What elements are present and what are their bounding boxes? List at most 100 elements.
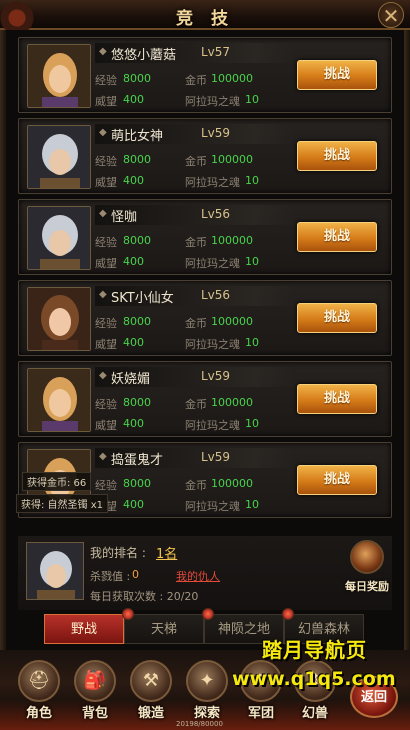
opponent-card: ◆ 萌比女神 Lv59 经验 8000 金币 100000 威望 400 阿拉玛… (18, 118, 392, 194)
exp-value: 8000 (123, 396, 151, 409)
gold-value: 100000 (211, 153, 253, 166)
gold-value: 100000 (211, 234, 253, 247)
challenge-button[interactable]: 挑战 (297, 141, 377, 171)
diamond-icon: ◆ (99, 451, 107, 462)
anvil-icon: ⚒ (130, 660, 172, 702)
avatar (27, 287, 91, 351)
rank-label: 我的排名 : (90, 546, 146, 560)
exp-label: 经验 (95, 317, 117, 330)
tab-field-battle[interactable]: 野战 (44, 614, 124, 644)
exp-label: 经验 (95, 74, 117, 87)
gem-icon (282, 608, 294, 620)
exp-label: 经验 (95, 398, 117, 411)
avatar (27, 368, 91, 432)
reward-log-entry: 获得: 自然圣镯 x1 (16, 494, 109, 513)
opponent-name: 萌比女神 (111, 129, 164, 144)
exp-value: 8000 (123, 234, 151, 247)
opponent-name: 妖娆媚 (111, 372, 151, 387)
left-frame (0, 30, 6, 730)
soul-label: 阿拉玛之魂 (185, 257, 240, 270)
gold-label: 金币 (185, 236, 207, 249)
tab-ladder[interactable]: 天梯 (124, 614, 204, 644)
exp-value: 8000 (123, 315, 151, 328)
gold-value: 100000 (211, 315, 253, 328)
diamond-icon: ◆ (99, 46, 107, 57)
daily-reward-button[interactable]: 每日奖励 (342, 540, 392, 600)
daily-attempts: 每日获取次数 : 20/20 (90, 590, 199, 603)
my-avatar (26, 542, 84, 600)
name-bar: ◆ 妖娆媚 Lv59 (95, 367, 295, 387)
prestige-label: 威望 (95, 338, 117, 351)
soul-label: 阿拉玛之魂 (185, 95, 240, 108)
opponent-level: Lv56 (201, 288, 231, 302)
gem-icon (122, 608, 134, 620)
name-bar: ◆ 捣蛋鬼才 Lv59 (95, 448, 295, 468)
soul-label: 阿拉玛之魂 (185, 338, 240, 351)
opponent-card: ◆ 悠悠小蘑菇 Lv57 经验 8000 金币 100000 威望 400 阿拉… (18, 37, 392, 113)
opponent-name: 悠悠小蘑菇 (111, 48, 177, 63)
opponent-level: Lv59 (201, 450, 231, 464)
challenge-button[interactable]: 挑战 (297, 303, 377, 333)
prestige-label: 威望 (95, 257, 117, 270)
gold-label: 金币 (185, 398, 207, 411)
gold-value: 100000 (211, 477, 253, 490)
reward-orb-icon (350, 540, 384, 574)
opponent-card: ◆ 妖娆媚 Lv59 经验 8000 金币 100000 威望 400 阿拉玛之… (18, 361, 392, 437)
my-enemies-link[interactable]: 我的仇人 (176, 568, 220, 584)
kill-value: 0 (132, 568, 139, 581)
opponent-name: SKT小仙女 (111, 291, 174, 306)
reward-log-entry: 获得金币: 66 (22, 472, 92, 491)
exp-bar-text: 20198/80000 (176, 720, 223, 728)
crossed-swords-icon: ✕ (382, 4, 400, 28)
soul-label: 阿拉玛之魂 (185, 176, 240, 189)
soul-value: 10 (245, 174, 259, 187)
watermark-url: www.q1q5.com (232, 668, 396, 690)
watermark-title: 踏月导航页 (262, 638, 367, 662)
gold-label: 金币 (185, 74, 207, 87)
gem-icon (202, 608, 214, 620)
rank-value[interactable]: 1名 (156, 543, 177, 562)
soul-label: 阿拉玛之魂 (185, 500, 240, 513)
diamond-icon: ◆ (99, 289, 107, 300)
page-title: 竞 技 (176, 9, 234, 29)
opponent-name: 怪咖 (111, 210, 138, 225)
daily-reward-label: 每日奖励 (345, 580, 389, 593)
close-button[interactable]: ✕ (378, 2, 404, 28)
menu-explore[interactable]: ✦ 探索 (182, 660, 232, 722)
menu-role[interactable]: ⛑ 角色 (14, 660, 64, 722)
exp-value: 8000 (123, 72, 151, 85)
challenge-button[interactable]: 挑战 (297, 384, 377, 414)
opponent-card: ◆ SKT小仙女 Lv56 经验 8000 金币 100000 威望 400 阿… (18, 280, 392, 356)
opponent-level: Lv59 (201, 126, 231, 140)
soul-value: 10 (245, 498, 259, 511)
my-rank-panel: 我的排名 : 1名 杀戮值 : 0 我的仇人 每日获取次数 : 20/20 每日… (18, 536, 392, 610)
menu-bag[interactable]: 🎒 背包 (70, 660, 120, 722)
prestige-value: 400 (123, 336, 144, 349)
gold-value: 100000 (211, 72, 253, 85)
menu-label: 幻兽 (301, 706, 328, 721)
challenge-button[interactable]: 挑战 (297, 465, 377, 495)
exp-value: 8000 (123, 477, 151, 490)
opponent-level: Lv57 (201, 45, 231, 59)
opponent-name: 捣蛋鬼才 (111, 453, 164, 468)
prestige-value: 400 (123, 417, 144, 430)
soul-value: 10 (245, 93, 259, 106)
exp-value: 8000 (123, 153, 151, 166)
challenge-button[interactable]: 挑战 (297, 60, 377, 90)
name-bar: ◆ 萌比女神 Lv59 (95, 124, 295, 144)
gold-label: 金币 (185, 155, 207, 168)
title-bar: 竞 技 ✕ (0, 0, 410, 30)
soul-label: 阿拉玛之魂 (185, 419, 240, 432)
soul-value: 10 (245, 336, 259, 349)
menu-forge[interactable]: ⚒ 锻造 (126, 660, 176, 722)
challenge-button[interactable]: 挑战 (297, 222, 377, 252)
prestige-label: 威望 (95, 176, 117, 189)
soul-value: 10 (245, 255, 259, 268)
menu-label: 背包 (81, 706, 108, 721)
diamond-icon: ◆ (99, 370, 107, 381)
menu-label: 锻造 (137, 706, 164, 721)
compass-icon: ✦ (186, 660, 228, 702)
gold-label: 金币 (185, 317, 207, 330)
avatar (27, 125, 91, 189)
right-frame (404, 30, 410, 730)
